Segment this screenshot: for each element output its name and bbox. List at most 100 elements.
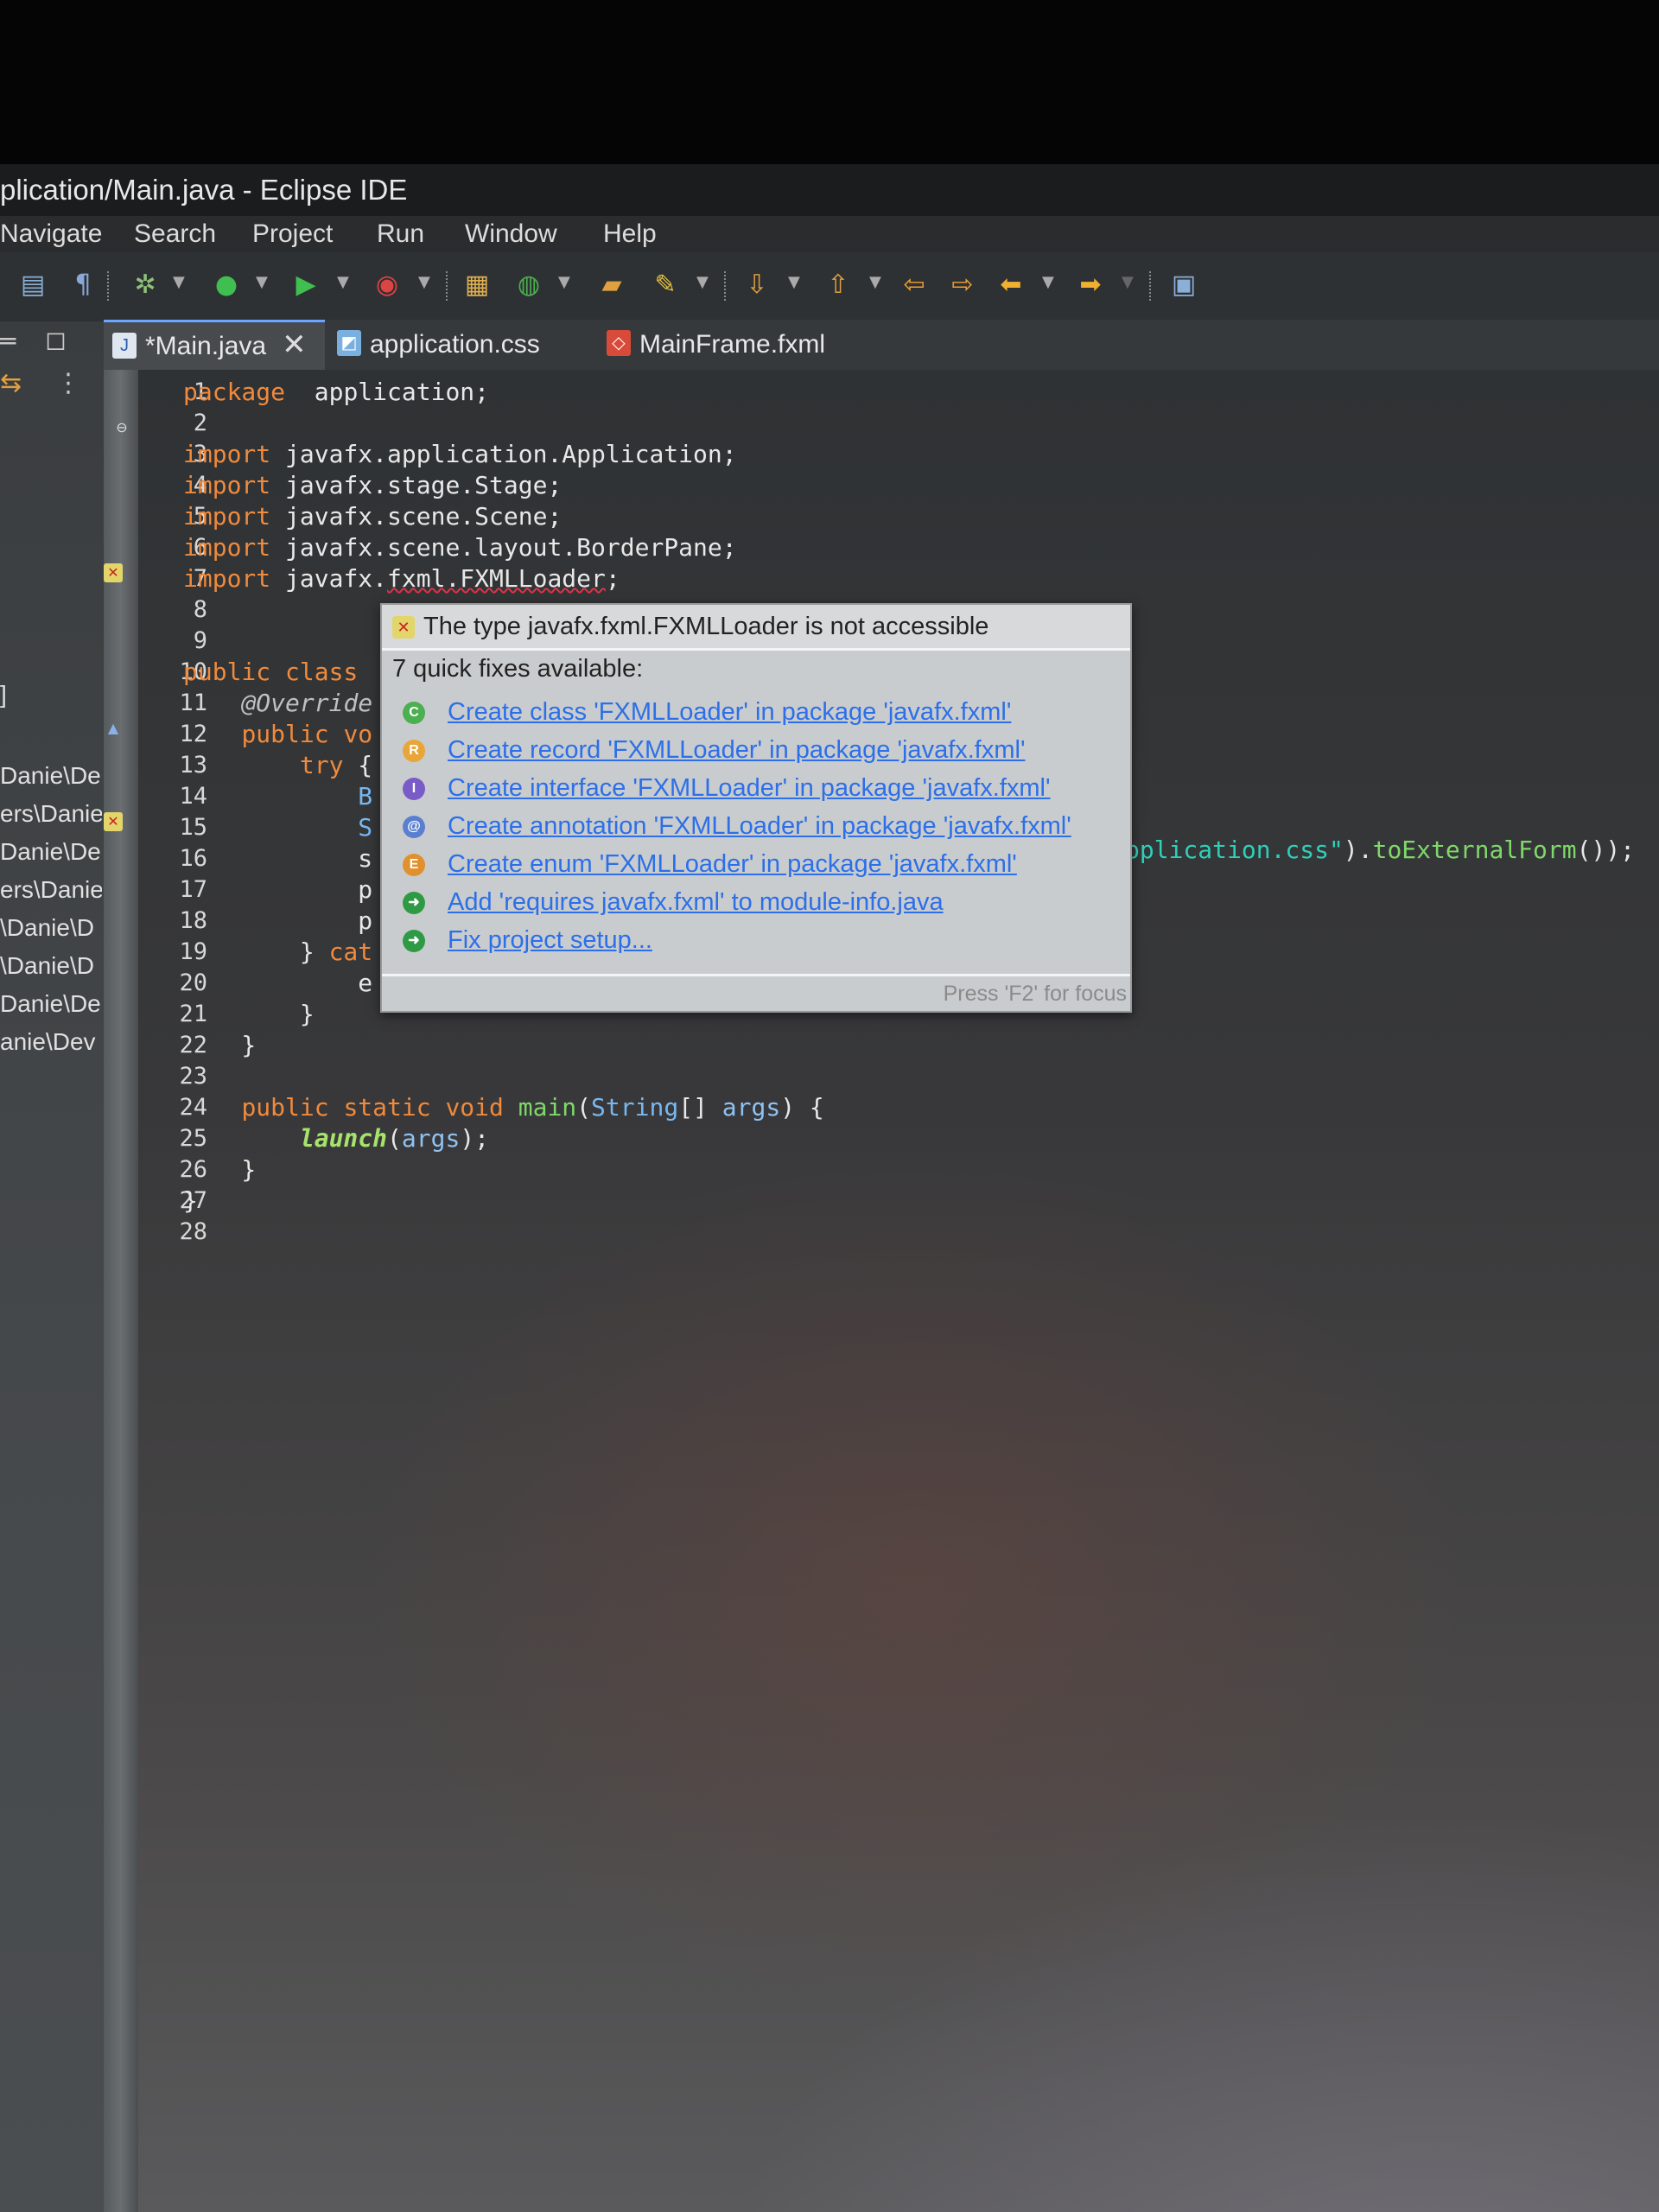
- code-token: p: [358, 875, 373, 904]
- code-token: ) {: [780, 1093, 824, 1122]
- new-class-icon[interactable]: ◍: [513, 270, 544, 301]
- error-message: The type javafx.fxml.FXMLLoader is not a…: [423, 613, 989, 640]
- toolbar-separator: [724, 271, 729, 301]
- menu-help[interactable]: Help: [603, 216, 657, 252]
- tree-item[interactable]: Danie\De: [0, 990, 102, 1018]
- override-marker-icon: ▲: [107, 720, 119, 736]
- code-token: []: [678, 1093, 722, 1122]
- tree-item[interactable]: \Danie\D: [0, 952, 102, 980]
- code-token: main: [518, 1093, 577, 1122]
- tree-item[interactable]: ers\Danie: [0, 800, 102, 828]
- menu-search[interactable]: Search: [134, 216, 216, 252]
- menu-run[interactable]: Run: [377, 216, 424, 252]
- debug-icon[interactable]: ✲: [130, 270, 161, 301]
- code-token: }: [183, 938, 329, 966]
- quick-fix-link[interactable]: Create class 'FXMLLoader' in package 'ja…: [448, 695, 1011, 729]
- menu-navigate[interactable]: Navigate: [0, 216, 102, 252]
- code-token: import: [183, 440, 271, 468]
- quick-fix-link[interactable]: Create annotation 'FXMLLoader' in packag…: [448, 809, 1071, 843]
- chevron-down-icon[interactable]: ▼: [696, 273, 709, 291]
- error-lightbulb-icon[interactable]: ✕: [104, 563, 123, 582]
- view-menu-icon[interactable]: ⋮: [55, 368, 81, 398]
- previous-annotation-icon[interactable]: ⇧: [823, 270, 854, 301]
- chevron-down-icon[interactable]: ▼: [869, 273, 881, 291]
- code-text: e: [183, 968, 372, 999]
- tree-item[interactable]: Danie\De: [0, 762, 102, 790]
- search-icon[interactable]: ✎: [650, 270, 681, 301]
- chevron-down-icon[interactable]: ▼: [1122, 273, 1134, 291]
- run-icon[interactable]: ●: [211, 270, 242, 301]
- chevron-down-icon[interactable]: ▼: [558, 273, 570, 291]
- quick-fix-link[interactable]: Create record 'FXMLLoader' in package 'j…: [448, 733, 1026, 767]
- code-token: public vo: [241, 720, 373, 748]
- save-all-icon[interactable]: ▤: [17, 270, 48, 301]
- toolbar-separator: [1149, 271, 1154, 301]
- menu-bar: Navigate Search Project Run Window Help: [0, 216, 1659, 252]
- fold-icon[interactable]: ⊖: [112, 418, 131, 437]
- code-token: ).: [1343, 836, 1373, 864]
- code-token: );: [460, 1124, 490, 1153]
- code-text: public static void main(String[] args) {: [183, 1092, 824, 1123]
- tab-main-java[interactable]: J *Main.java ✕: [104, 320, 325, 370]
- error-lightbulb-icon[interactable]: ✕: [104, 812, 123, 831]
- tree-item[interactable]: ]: [0, 681, 102, 709]
- code-text: import javafx.scene.Scene;: [183, 501, 562, 532]
- chevron-down-icon[interactable]: ▼: [173, 273, 185, 291]
- open-perspective-icon[interactable]: ▣: [1168, 270, 1199, 301]
- quick-fix-link[interactable]: Add 'requires javafx.fxml' to module-inf…: [448, 885, 944, 919]
- chevron-down-icon[interactable]: ▼: [1042, 273, 1054, 291]
- code-token: toExternalForm: [1372, 836, 1577, 864]
- code-text: public vo: [183, 719, 372, 750]
- new-package-icon[interactable]: ▦: [461, 270, 493, 301]
- quick-fix-link[interactable]: Create enum 'FXMLLoader' in package 'jav…: [448, 847, 1017, 881]
- chevron-down-icon[interactable]: ▼: [418, 273, 430, 291]
- code-token: }: [183, 1000, 315, 1028]
- code-text: p: [183, 906, 372, 937]
- quick-fix-link[interactable]: Fix project setup...: [448, 923, 652, 957]
- code-text: public class: [183, 657, 358, 688]
- maximize-icon[interactable]: ◻: [45, 325, 67, 355]
- back-arrow-icon[interactable]: ⬅: [995, 270, 1027, 301]
- menu-project[interactable]: Project: [252, 216, 333, 252]
- quick-fix-link[interactable]: Create interface 'FXMLLoader' in package…: [448, 771, 1051, 805]
- tab-application-css[interactable]: ◩ application.css: [325, 320, 620, 370]
- code-token: p: [358, 906, 373, 935]
- menu-window[interactable]: Window: [465, 216, 557, 252]
- tree-item[interactable]: ers\Danie: [0, 876, 102, 904]
- next-annotation-icon[interactable]: ⇩: [741, 270, 772, 301]
- open-type-icon[interactable]: ▰: [596, 270, 627, 301]
- annotation-icon: @: [403, 816, 425, 838]
- code-text: }: [183, 1030, 256, 1061]
- tree-item[interactable]: anie\Dev: [0, 1028, 102, 1056]
- code-token: B: [358, 782, 373, 810]
- chevron-down-icon[interactable]: ▼: [337, 273, 349, 291]
- tree-item[interactable]: \Danie\D: [0, 914, 102, 942]
- tab-label: application.css: [370, 330, 540, 359]
- code-token: S: [358, 813, 373, 842]
- tab-mainframe-fxml[interactable]: ◇ MainFrame.fxml: [596, 320, 899, 370]
- close-icon[interactable]: ✕: [282, 328, 307, 361]
- coverage-icon[interactable]: ▶: [290, 270, 321, 301]
- forward-edit-icon[interactable]: ⇨: [947, 270, 978, 301]
- chevron-down-icon[interactable]: ▼: [256, 273, 268, 291]
- code-token: launch: [299, 1124, 388, 1153]
- tree-item[interactable]: Danie\De: [0, 838, 102, 866]
- line-number: 9: [193, 627, 207, 654]
- last-edit-icon[interactable]: ⇦: [899, 270, 930, 301]
- code-editor[interactable]: 1 package application; 2 3 import javafx.app…: [104, 370, 1659, 2212]
- code-token: args: [721, 1093, 781, 1122]
- external-tools-icon[interactable]: ◉: [372, 270, 403, 301]
- show-whitespace-icon[interactable]: ¶: [67, 270, 99, 301]
- forward-arrow-icon[interactable]: ➡: [1075, 270, 1106, 301]
- code-token: javafx.: [270, 564, 388, 593]
- minimize-icon[interactable]: ═: [0, 327, 16, 357]
- code-token: }: [183, 1155, 257, 1184]
- code-token: cat: [328, 938, 373, 966]
- code-token: fxml.FXMLLoader: [387, 564, 606, 593]
- chevron-down-icon[interactable]: ▼: [788, 273, 800, 291]
- link-editor-icon[interactable]: ⇆: [0, 368, 22, 398]
